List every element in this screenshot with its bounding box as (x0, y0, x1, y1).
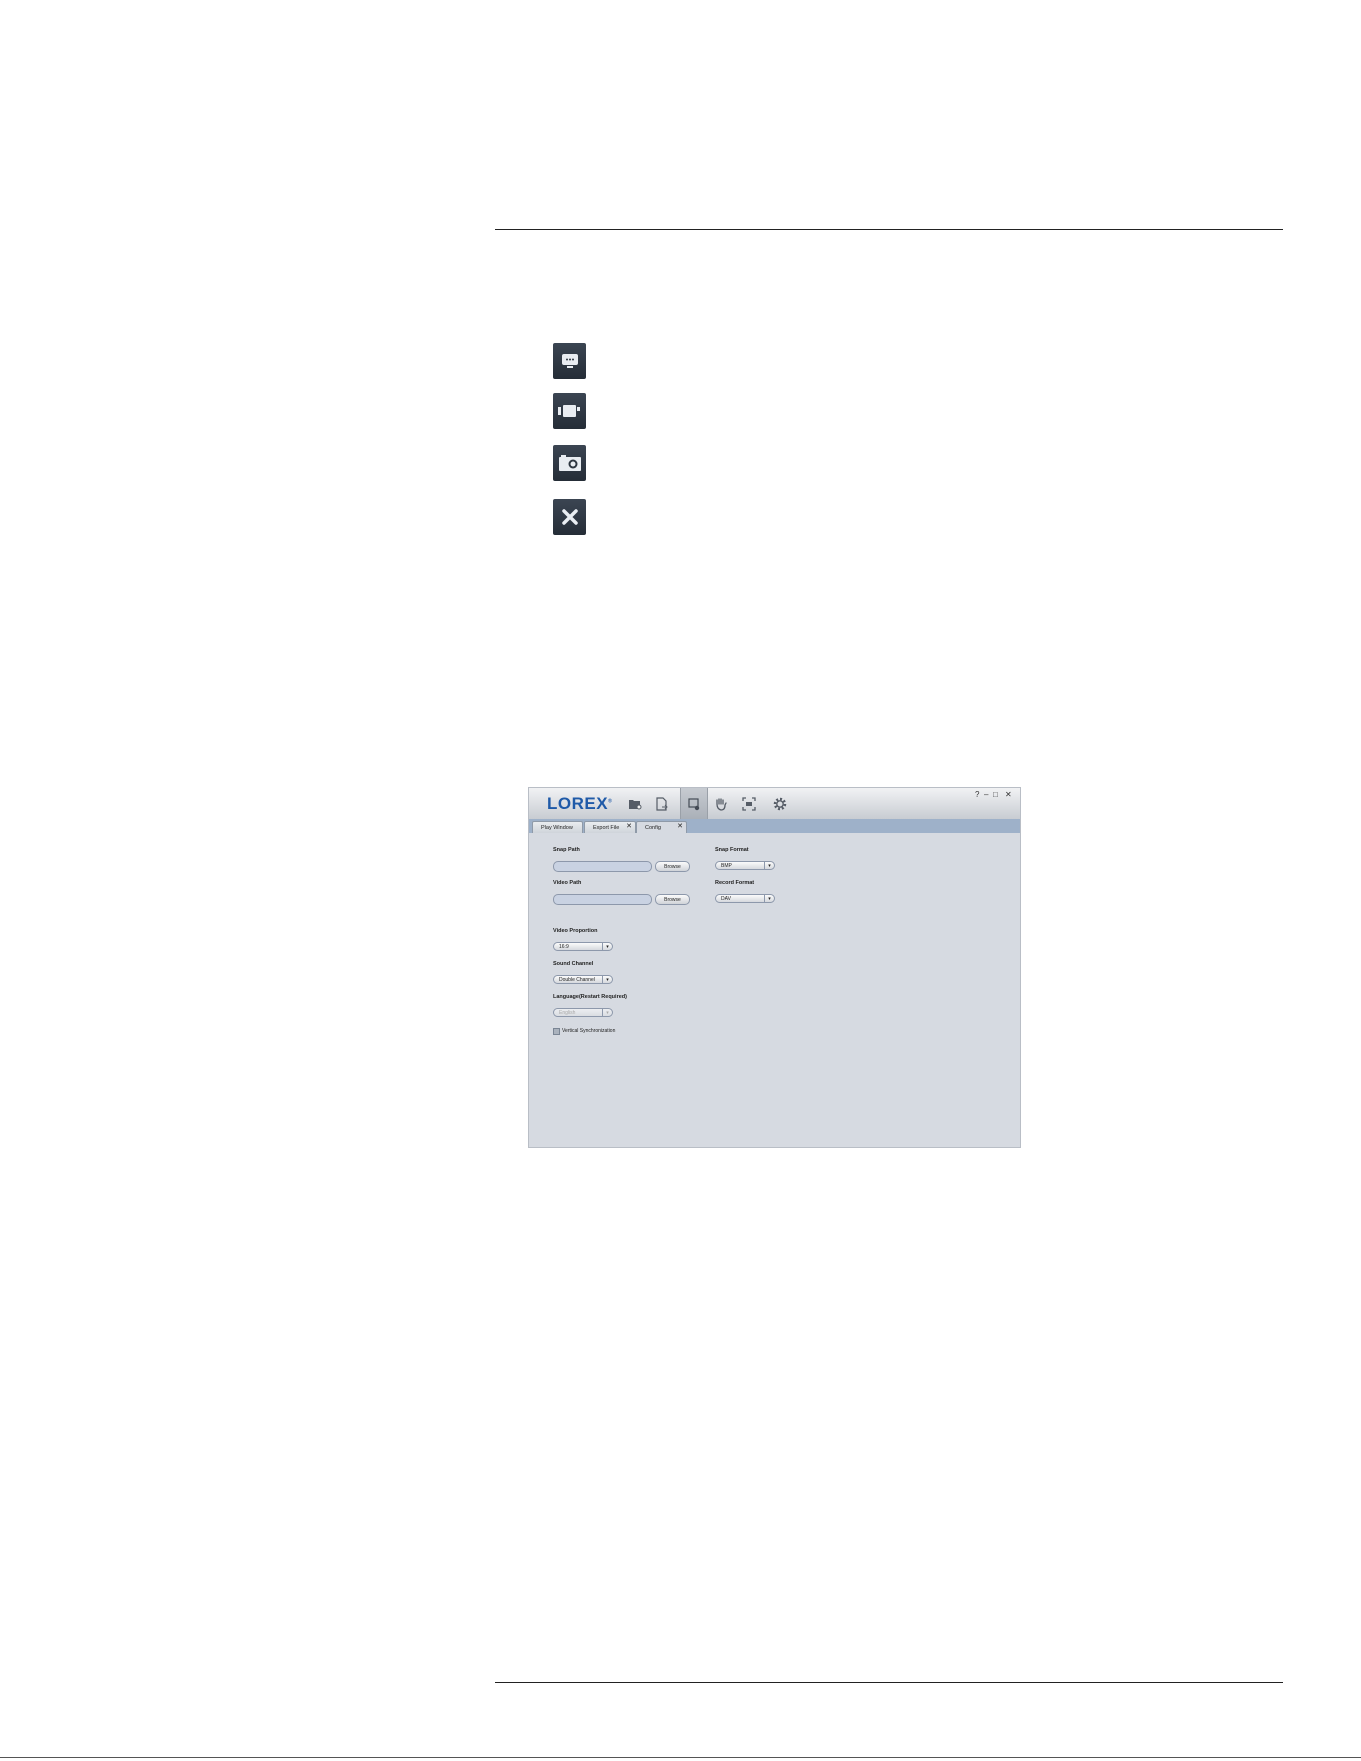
tab-label: Play Window (541, 824, 573, 831)
gear-icon[interactable] (767, 791, 793, 817)
vsync-checkbox[interactable] (553, 1028, 560, 1035)
video-path-input[interactable] (553, 894, 652, 905)
title-bar: LOREX® ? – □ ✕ (529, 788, 1020, 820)
folder-icon[interactable] (622, 791, 648, 817)
video-proportion-select[interactable]: 16:9 ▾ (553, 942, 613, 951)
monitor-chat-icon (553, 343, 586, 379)
snap-path-browse-button[interactable]: Browse (655, 861, 690, 872)
select-value: 16:9 (559, 943, 569, 950)
camera-icon (553, 445, 586, 481)
language-select: English ▾ (553, 1008, 613, 1017)
select-value: Double Channel (559, 976, 595, 983)
export-file-icon[interactable] (649, 791, 675, 817)
tab-close-icon[interactable]: ✕ (626, 822, 632, 830)
sound-channel-select[interactable]: Double Channel ▾ (553, 975, 613, 984)
top-rule (495, 229, 1283, 230)
minimize-button[interactable]: – (984, 791, 988, 799)
video-path-label: Video Path (553, 880, 582, 886)
video-camera-icon (553, 393, 586, 429)
tab-label: Export File (593, 824, 620, 831)
chevron-down-icon: ▾ (764, 895, 774, 902)
maximize-button[interactable]: □ (993, 791, 998, 799)
hand-icon[interactable] (708, 791, 734, 817)
chevron-down-icon: ▾ (602, 976, 612, 983)
chevron-down-icon: ▾ (602, 943, 612, 950)
config-icon[interactable] (680, 788, 708, 819)
bottom-rule (495, 1682, 1283, 1683)
language-label: Language(Restart Required) (553, 994, 627, 1000)
vsync-label: Vertical Synchronization (562, 1028, 616, 1034)
snap-path-label: Snap Path (553, 847, 580, 853)
close-icon (553, 499, 586, 535)
tab-play-window[interactable]: Play Window (532, 821, 583, 833)
select-value: English (559, 1009, 576, 1016)
close-window-button[interactable]: ✕ (1005, 791, 1012, 799)
select-value: BMP (721, 862, 732, 869)
snap-format-select[interactable]: BMP ▾ (715, 861, 775, 870)
video-proportion-label: Video Proportion (553, 928, 598, 934)
tab-config[interactable]: Config ✕ (636, 821, 687, 833)
record-format-select[interactable]: DAV ▾ (715, 894, 775, 903)
page-bottom-edge (0, 1757, 1361, 1758)
chevron-down-icon: ▾ (602, 1009, 612, 1016)
tab-bar: Play Window Export File ✕ Config ✕ (529, 819, 1020, 833)
tab-export-file[interactable]: Export File ✕ (584, 821, 636, 833)
tab-label: Config (645, 824, 661, 831)
snap-path-input[interactable] (553, 861, 652, 872)
video-path-browse-button[interactable]: Browse (655, 894, 690, 905)
app-window: LOREX® ? – □ ✕ Play Window Export File ✕ (528, 787, 1021, 1148)
chevron-down-icon: ▾ (764, 862, 774, 869)
tab-close-icon[interactable]: ✕ (677, 822, 683, 830)
help-button[interactable]: ? (975, 791, 979, 799)
lorex-logo: LOREX® (547, 794, 613, 813)
select-value: DAV (721, 895, 731, 902)
record-format-label: Record Format (715, 880, 755, 886)
sound-channel-label: Sound Channel (553, 961, 594, 967)
snap-format-label: Snap Format (715, 847, 749, 853)
fullscreen-icon[interactable] (736, 791, 762, 817)
